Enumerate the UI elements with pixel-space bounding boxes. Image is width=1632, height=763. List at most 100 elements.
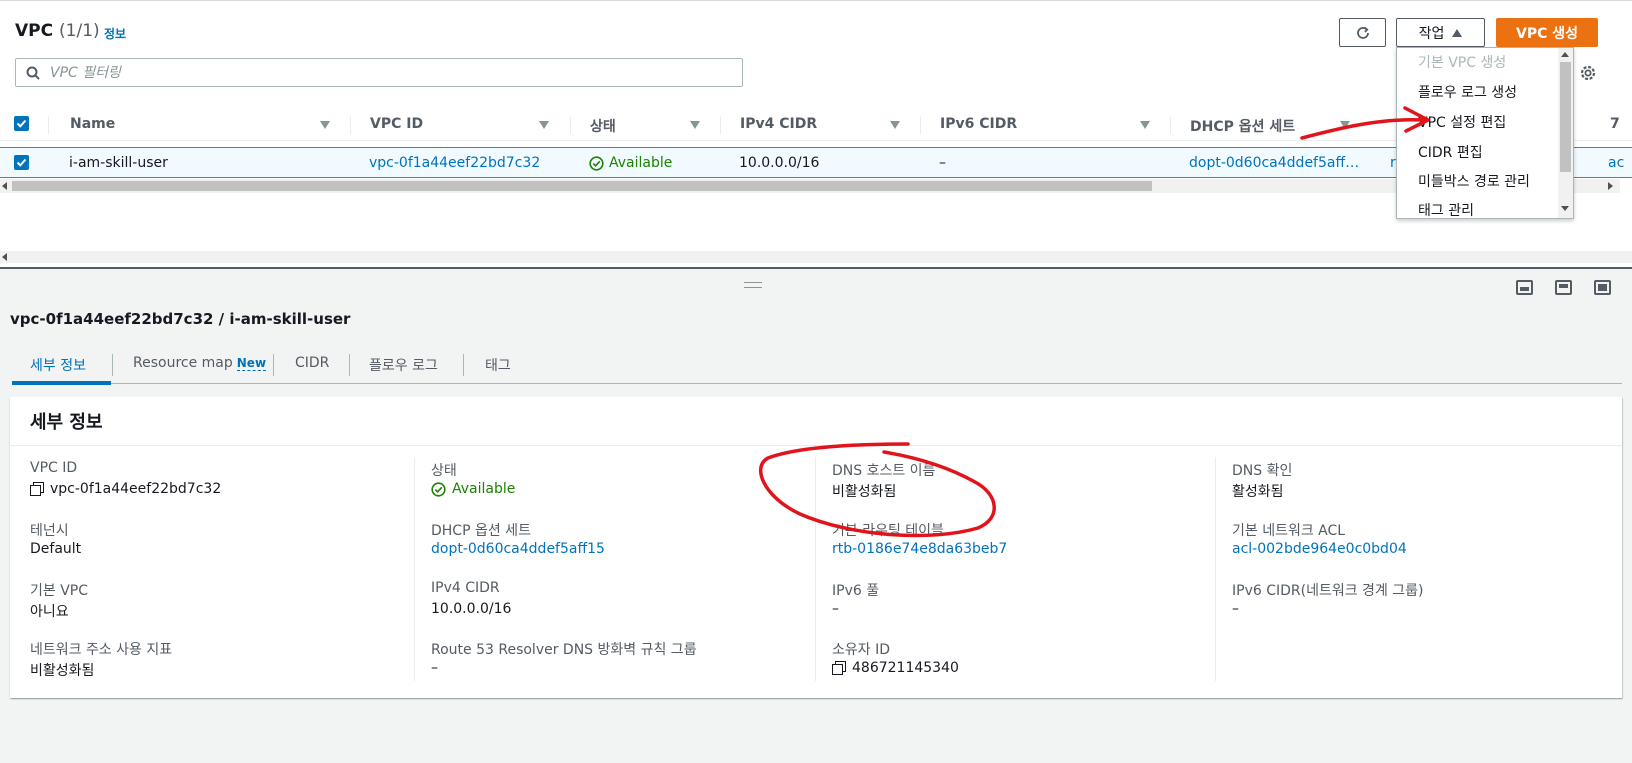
field-vpc-id: vpc-0f1a44eef22bd7c32 [30, 481, 221, 497]
field-value: 486721145340 [852, 660, 959, 676]
scroll-up-icon[interactable] [1561, 52, 1569, 57]
row-status: Available [589, 155, 672, 171]
scroll-right-icon[interactable] [1608, 182, 1613, 190]
new-badge: New [236, 356, 267, 371]
field-label: 기본 VPC [30, 583, 89, 599]
scrollbar-thumb[interactable] [1560, 62, 1571, 172]
tab-cidr[interactable]: CIDR [295, 355, 329, 371]
horizontal-scrollbar[interactable] [0, 179, 1620, 193]
field-net-addr-metric: 비활성화됨 [30, 663, 95, 679]
menu-item-manage-tags[interactable]: 태그 관리 [1418, 200, 1474, 218]
sort-icon[interactable] [1140, 121, 1150, 129]
field-owner: 486721145340 [832, 660, 959, 676]
card-title: 세부 정보 [30, 412, 103, 433]
row-ipv4: 10.0.0.0/16 [739, 155, 820, 171]
field-label: VPC ID [30, 460, 78, 476]
tab-resource-map-label: Resource map [133, 355, 233, 371]
row-checkbox[interactable] [14, 155, 29, 170]
field-value: Available [452, 481, 516, 497]
field-dns-resolution: 활성화됨 [1232, 484, 1284, 500]
field-r53: – [431, 660, 438, 676]
refresh-button[interactable] [1339, 18, 1386, 47]
field-label: 테넌시 [30, 523, 69, 539]
menu-item-edit-vpc-settings[interactable]: VPC 설정 편집 [1418, 112, 1506, 132]
col-ipv6[interactable]: IPv6 CIDR [940, 116, 1017, 132]
layout-full-icon[interactable] [1594, 280, 1611, 295]
layout-side-icon[interactable] [1555, 280, 1572, 295]
menu-scrollbar[interactable] [1558, 48, 1573, 218]
row-dhcp-link[interactable]: dopt-0d60ca4ddef5aff… [1189, 155, 1359, 171]
tab-tags[interactable]: 태그 [485, 355, 511, 375]
vpc-count: (1/1) [59, 21, 100, 41]
detail-title: vpc-0f1a44eef22bd7c32 / i-am-skill-user [10, 310, 351, 328]
field-label: 기본 라우팅 테이블 [832, 523, 944, 539]
drag-handle-icon[interactable] [744, 282, 762, 288]
active-tab-indicator [12, 381, 111, 385]
tab-details[interactable]: 세부 정보 [30, 355, 86, 375]
field-main-acl-link[interactable]: acl-002bde964e0c0bd04 [1232, 541, 1407, 557]
field-dns-hostnames: 비활성화됨 [832, 484, 897, 500]
search-input[interactable] [50, 64, 700, 81]
tab-resource-map[interactable]: Resource map New [133, 355, 267, 371]
info-link[interactable]: 정보 [104, 25, 126, 42]
check-circle-icon [589, 155, 604, 171]
field-ipv6-cidr-nbg: – [1232, 601, 1239, 617]
vpc-list-panel: VPC (1/1) 정보 작업 VPC 생성 Name VPC ID [0, 0, 1632, 268]
field-state: Available [431, 481, 515, 497]
col-partial: 7 [1610, 116, 1620, 132]
copy-icon[interactable] [30, 482, 44, 496]
col-state[interactable]: 상태 [590, 116, 616, 136]
menu-item-create-flow-log[interactable]: 플로우 로그 생성 [1418, 82, 1517, 102]
field-value: vpc-0f1a44eef22bd7c32 [50, 481, 222, 497]
check-circle-icon [431, 481, 446, 497]
scroll-left-icon[interactable] [2, 253, 7, 261]
scrollbar-thumb[interactable] [12, 181, 1152, 191]
table-row[interactable]: i-am-skill-user vpc-0f1a44eef22bd7c32 Av… [0, 147, 1632, 178]
scroll-left-icon[interactable] [2, 182, 7, 190]
create-vpc-button[interactable]: VPC 생성 [1496, 18, 1598, 47]
layout-toggle-group [1516, 280, 1611, 295]
row-status-text: Available [609, 155, 673, 171]
menu-item-middlebox-routes[interactable]: 미들박스 경로 관리 [1418, 171, 1530, 191]
check-icon [16, 119, 27, 128]
panel-scrollbar[interactable] [0, 251, 1632, 263]
col-name[interactable]: Name [70, 116, 115, 132]
col-vpc-id[interactable]: VPC ID [370, 116, 423, 132]
field-label: DNS 확인 [1232, 463, 1293, 479]
row-partial-link[interactable]: r [1390, 155, 1396, 171]
actions-button[interactable]: 작업 [1396, 18, 1485, 47]
sort-icon[interactable] [890, 121, 900, 129]
vpc-filter[interactable] [15, 58, 743, 87]
row-vpc-id-link[interactable]: vpc-0f1a44eef22bd7c32 [369, 155, 540, 171]
check-icon [16, 158, 27, 167]
field-label: 상태 [431, 463, 457, 479]
row-name: i-am-skill-user [69, 155, 168, 171]
field-main-rt-link[interactable]: rtb-0186e74e8da63beb7 [832, 541, 1007, 557]
field-label: Route 53 Resolver DNS 방화벽 규칙 그룹 [431, 642, 697, 658]
layout-bottom-icon[interactable] [1516, 280, 1533, 295]
field-label: DNS 호스트 이름 [832, 463, 936, 479]
field-ipv6-pool: – [832, 601, 839, 617]
detail-tabs: 세부 정보 Resource map New CIDR 플로우 로그 태그 [12, 350, 1622, 385]
caret-up-icon [1452, 28, 1463, 37]
field-dhcp-link[interactable]: dopt-0d60ca4ddef5aff15 [431, 541, 605, 557]
select-all-checkbox[interactable] [14, 116, 29, 131]
sort-icon[interactable] [1340, 121, 1350, 129]
field-tenancy: Default [30, 541, 82, 557]
copy-icon[interactable] [832, 661, 846, 675]
sort-icon[interactable] [690, 121, 700, 129]
sort-icon[interactable] [320, 121, 330, 129]
menu-item-edit-cidr[interactable]: CIDR 편집 [1418, 142, 1483, 162]
sort-icon[interactable] [539, 121, 549, 129]
gear-icon[interactable] [1578, 63, 1598, 83]
actions-menu: 기본 VPC 생성 플로우 로그 생성 VPC 설정 편집 CIDR 편집 미들… [1396, 47, 1574, 219]
tab-flow-logs[interactable]: 플로우 로그 [369, 355, 438, 375]
field-label: 소유자 ID [832, 642, 890, 658]
details-card: 세부 정보 VPC ID vpc-0f1a44eef22bd7c32 테넌시 D… [10, 397, 1622, 698]
scroll-down-icon[interactable] [1561, 206, 1569, 211]
row-partial-link-2[interactable]: ac [1608, 155, 1624, 171]
col-ipv4[interactable]: IPv4 CIDR [740, 116, 817, 132]
field-label: IPv4 CIDR [431, 580, 500, 596]
col-dhcp[interactable]: DHCP 옵션 세트 [1190, 116, 1295, 136]
menu-item-create-default-vpc: 기본 VPC 생성 [1418, 55, 1507, 71]
